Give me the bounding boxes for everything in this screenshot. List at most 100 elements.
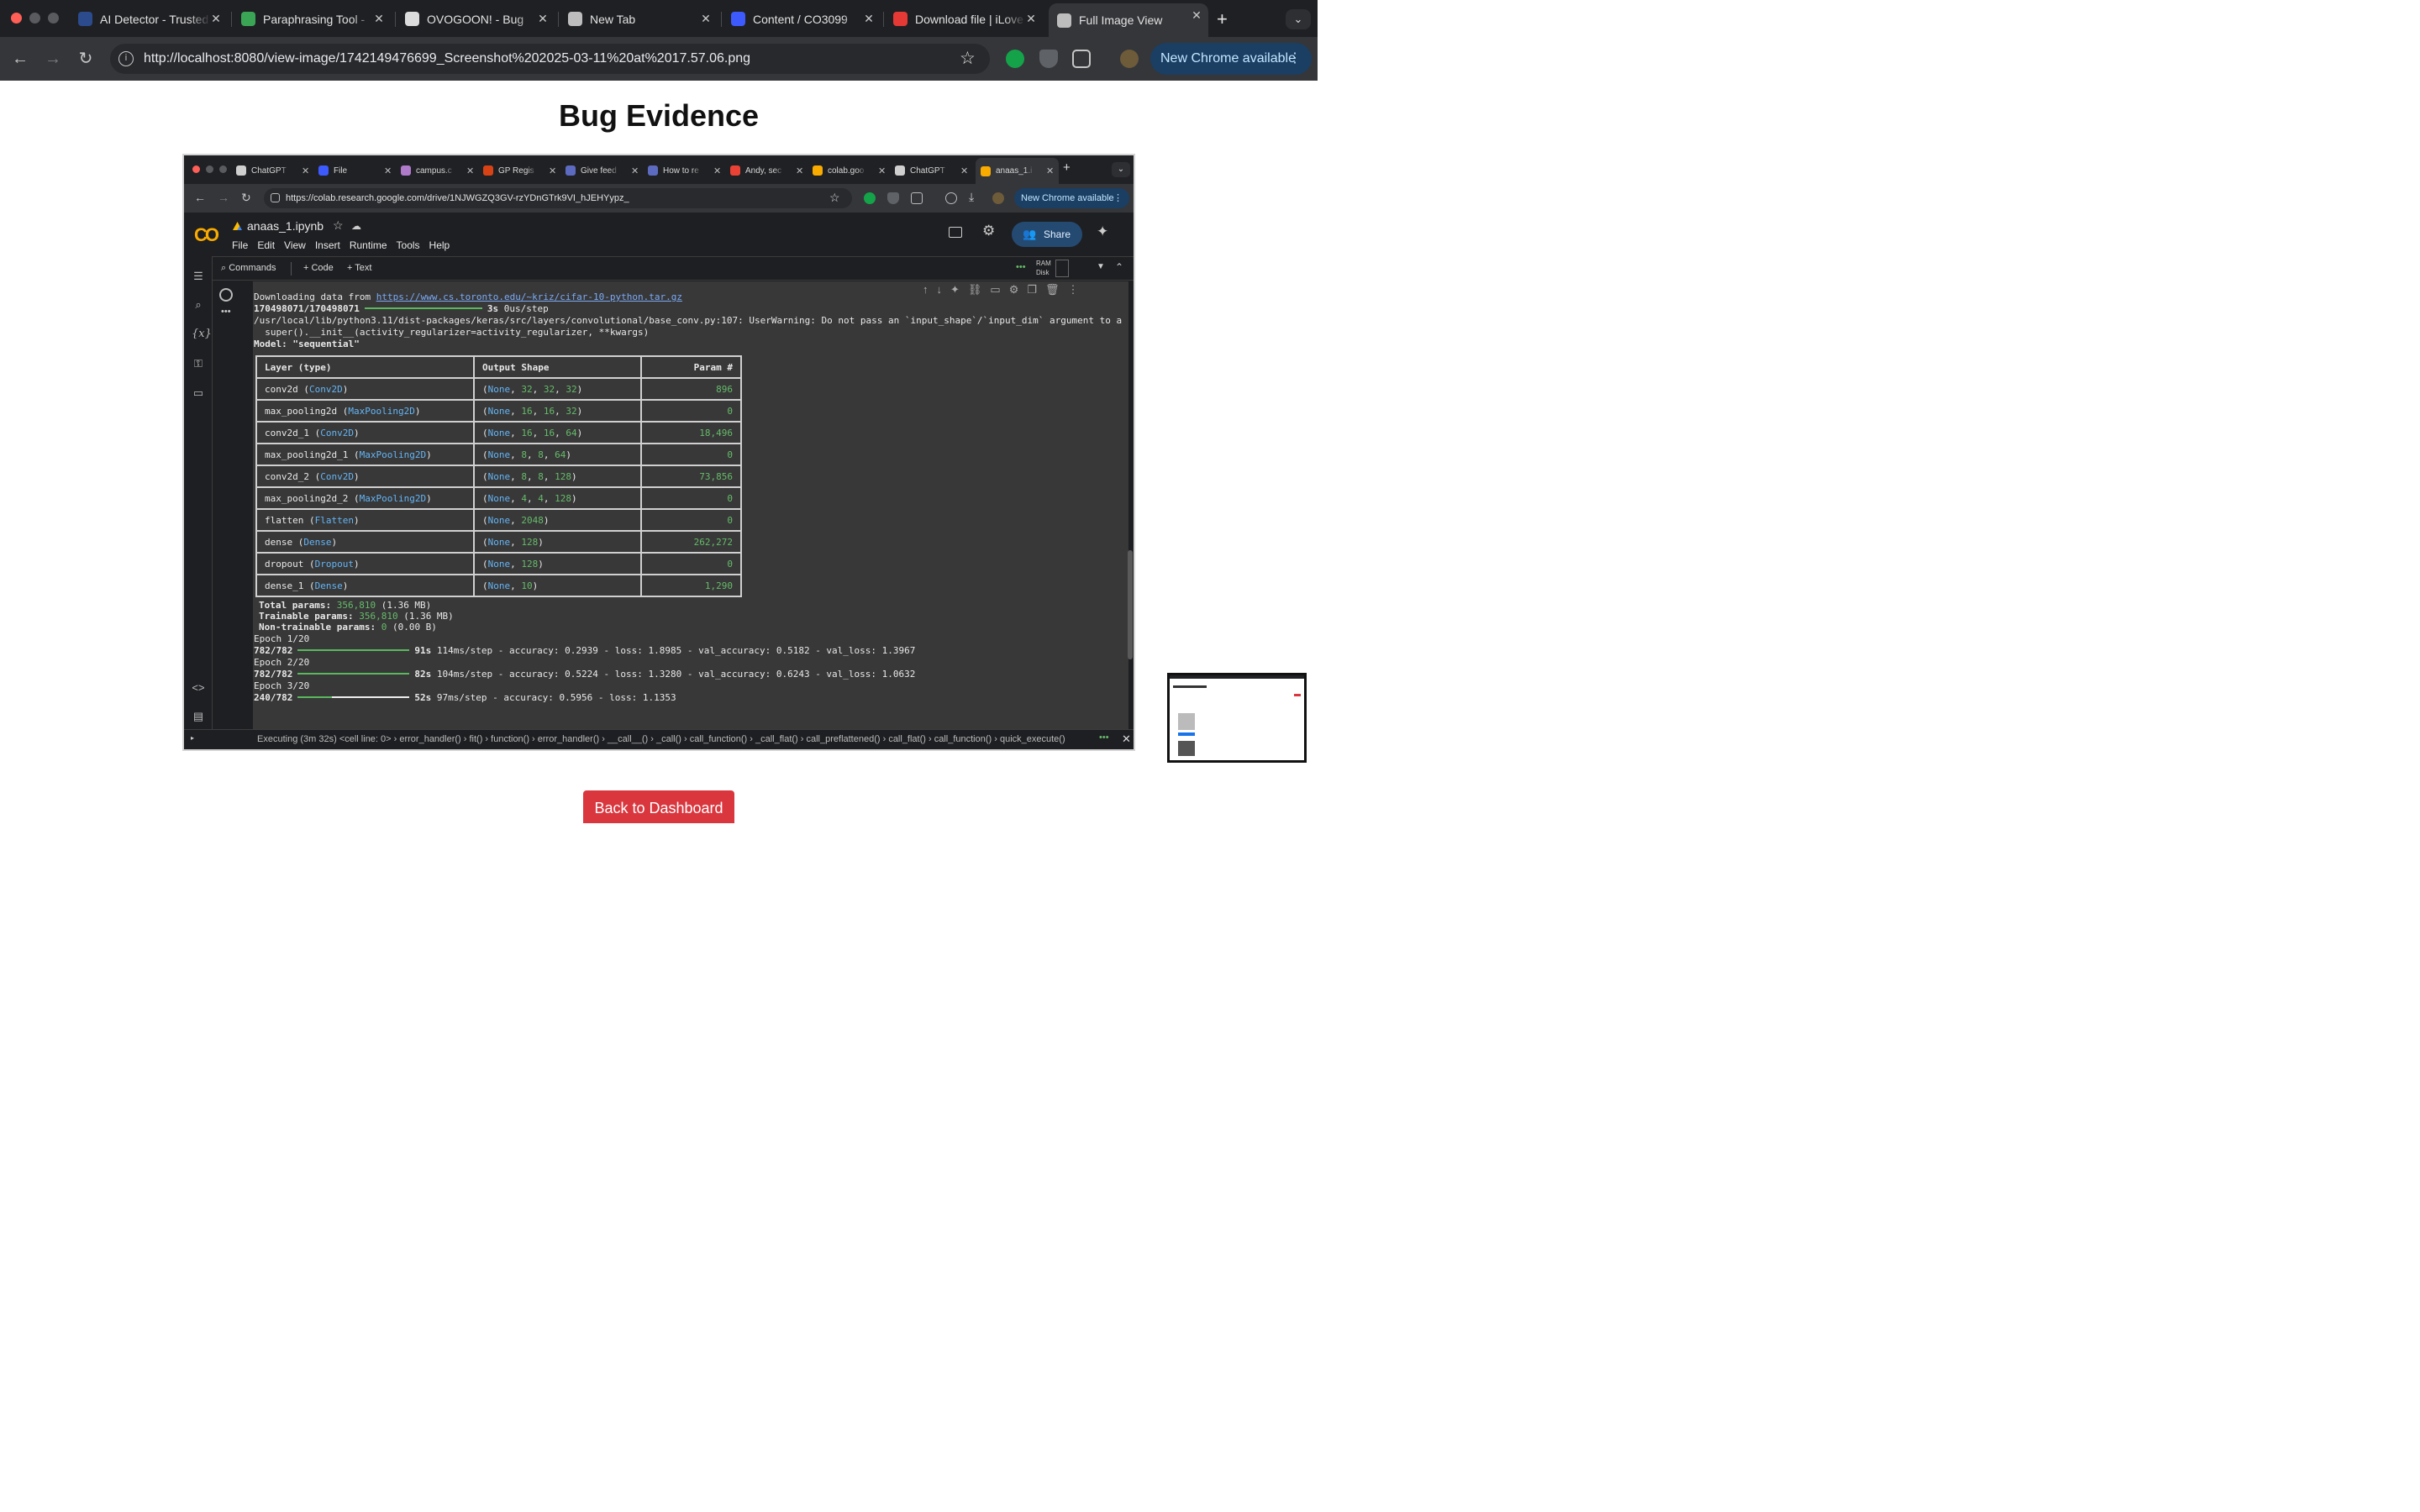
- colab-left-rail: ☰ ⌕ {x} ⚿ ▭ <> ▤: [184, 256, 213, 729]
- inner-tab: ChatGPT ✕: [236, 162, 309, 179]
- tab-separator: [395, 12, 396, 27]
- new-tab-button[interactable]: +: [1217, 8, 1228, 30]
- screen-share-thumbnail[interactable]: [1167, 673, 1307, 763]
- code-cell: ••• Downloading data from https://www.cs…: [213, 281, 1134, 729]
- shape-dim: None: [487, 427, 511, 438]
- grammarly-extension-icon[interactable]: [1006, 50, 1024, 68]
- browser-tab[interactable]: Paraphrasing Tool - ✕: [234, 7, 391, 31]
- inner-tab-favicon: [648, 165, 658, 176]
- close-window-button[interactable]: [11, 13, 22, 24]
- browser-tab[interactable]: New Tab ✕: [561, 7, 718, 31]
- maximize-window-button[interactable]: [48, 13, 59, 24]
- star-notebook-icon: ☆: [333, 218, 344, 232]
- back-to-dashboard-button[interactable]: Back to Dashboard: [583, 790, 734, 823]
- layer-type: Conv2D: [320, 470, 354, 482]
- status-dots: •••: [1099, 732, 1109, 743]
- tab-search-chevron-icon[interactable]: ⌄: [1286, 9, 1311, 29]
- epoch-label: Epoch 2/20: [254, 657, 310, 668]
- epoch-progress-fill: [297, 673, 410, 675]
- output-scrollbar: [1128, 550, 1133, 659]
- inner-shield-icon: [887, 192, 899, 204]
- table-row: dropout (Dropout) (None, 128) 0: [255, 552, 742, 575]
- shape-dim: 4: [521, 492, 527, 504]
- extensions-puzzle-icon[interactable]: [1072, 50, 1091, 68]
- tab-close-icon[interactable]: ✕: [208, 10, 224, 27]
- inner-close-dot: [192, 165, 200, 173]
- tab-close-icon[interactable]: ✕: [1023, 10, 1039, 27]
- inner-tune-icon: [271, 193, 280, 202]
- epoch-progress-fill: [297, 649, 410, 651]
- tab-close-icon[interactable]: ✕: [860, 10, 877, 27]
- browser-tab[interactable]: Full Image View ✕: [1049, 3, 1208, 37]
- inner-tab-title: anaas_1.i: [996, 166, 1033, 176]
- tab-close-icon[interactable]: ✕: [697, 10, 714, 27]
- tab-close-icon[interactable]: ✕: [1188, 7, 1205, 24]
- tab-close-icon[interactable]: ✕: [534, 10, 551, 27]
- thumb-highlight: [1178, 732, 1195, 736]
- epoch-progress-fill: [297, 696, 333, 698]
- total-label: Total params:: [259, 600, 332, 611]
- epoch-progress-bar: [297, 649, 410, 651]
- address-url[interactable]: http://localhost:8080/view-image/1742149…: [144, 51, 750, 66]
- more-vert-icon[interactable]: ⋮: [1288, 43, 1302, 75]
- shape-cell: (None, 8, 8, 64): [473, 443, 642, 466]
- back-arrow-icon[interactable]: ←: [9, 48, 31, 70]
- layer-cell: max_pooling2d_2 (MaxPooling2D): [255, 486, 475, 510]
- epoch-metrics: 97ms/step - accuracy: 0.5956 - loss: 1.1…: [431, 692, 676, 703]
- browser-tab[interactable]: AI Detector - Trusted ✕: [71, 7, 228, 31]
- table-row: conv2d (Conv2D) (None, 32, 32, 32) 896: [255, 377, 742, 401]
- paraphrase-icon: [241, 12, 255, 26]
- toc-list-icon: ☰: [193, 270, 203, 282]
- shape-dim: None: [487, 405, 511, 417]
- inner-tab-title: Give feed: [581, 165, 617, 176]
- ai-detector-icon: [78, 12, 92, 26]
- address-bar[interactable]: i http://localhost:8080/view-image/17421…: [110, 44, 990, 74]
- shape-cell: (None, 16, 16, 64): [473, 421, 642, 444]
- browser-tab[interactable]: Content / CO3099 ✕: [724, 7, 881, 31]
- model-name: Model: "sequential": [254, 339, 360, 349]
- tab-title: Full Image View: [1079, 13, 1163, 27]
- shield-extension-icon[interactable]: [1039, 50, 1058, 68]
- inner-tab-favicon: [895, 165, 905, 176]
- tab-close-icon[interactable]: ✕: [371, 10, 387, 27]
- shape-dim: None: [487, 514, 511, 526]
- table-row: max_pooling2d_1 (MaxPooling2D) (None, 8, …: [255, 443, 742, 466]
- collapse-chevron-icon: ⌃: [1115, 261, 1124, 273]
- layer-type: Dense: [314, 580, 343, 591]
- layer-cell: flatten (Flatten): [255, 508, 475, 532]
- cell-more-icon: ⋮: [1067, 283, 1087, 296]
- inner-tab-favicon: [813, 165, 823, 176]
- inner-puzzle-icon: [911, 192, 923, 204]
- inner-tab-favicon: [981, 165, 991, 176]
- expand-caret-icon: ▸: [191, 734, 195, 742]
- trainable-size: (1.36 MB): [397, 611, 454, 622]
- inner-tab-search-icon: ⌄: [1112, 162, 1130, 177]
- files-folder-icon: ▭: [192, 386, 204, 399]
- browser-tab[interactable]: OVOGOON! - Bug ✕: [398, 7, 555, 31]
- minimize-window-button[interactable]: [29, 13, 40, 24]
- menu-tools: Tools: [396, 239, 420, 251]
- inner-download-icon: ⤓: [969, 190, 975, 203]
- shape-dim: 128: [555, 492, 571, 504]
- epoch-progress-bar: [297, 696, 410, 698]
- inner-tab-bar: ChatGPT ✕ File ✕ campus.c ✕ GP Regis ✕ Give feed…: [184, 155, 1134, 184]
- browser-tab[interactable]: Download file | iLove ✕: [886, 7, 1043, 31]
- inner-tab-close-icon: ✕: [796, 165, 804, 176]
- forward-arrow-icon[interactable]: →: [42, 48, 64, 70]
- new-chrome-available-button[interactable]: New Chrome available ⋮: [1150, 43, 1312, 75]
- inner-tab: How to re ✕: [648, 162, 721, 179]
- layer-name: conv2d_2: [265, 470, 309, 482]
- reload-icon[interactable]: ↻: [75, 48, 97, 70]
- profile-avatar-icon[interactable]: [1120, 50, 1139, 68]
- inner-tab-close-icon: ✕: [878, 165, 886, 176]
- site-info-icon[interactable]: i: [118, 51, 134, 66]
- nontrainable-label: Non-trainable params:: [259, 622, 376, 633]
- gemini-sparkle-icon: ✦: [1097, 223, 1109, 239]
- thumb-block: [1178, 713, 1195, 730]
- column-header: Param #: [640, 355, 742, 379]
- epoch-time: 52s: [414, 692, 432, 703]
- bookmark-star-icon[interactable]: ☆: [960, 48, 976, 69]
- inner-sync-icon: [945, 192, 957, 204]
- inner-new-chrome-button: New Chrome available ⋮: [1014, 188, 1129, 208]
- resource-graph: [1055, 260, 1069, 277]
